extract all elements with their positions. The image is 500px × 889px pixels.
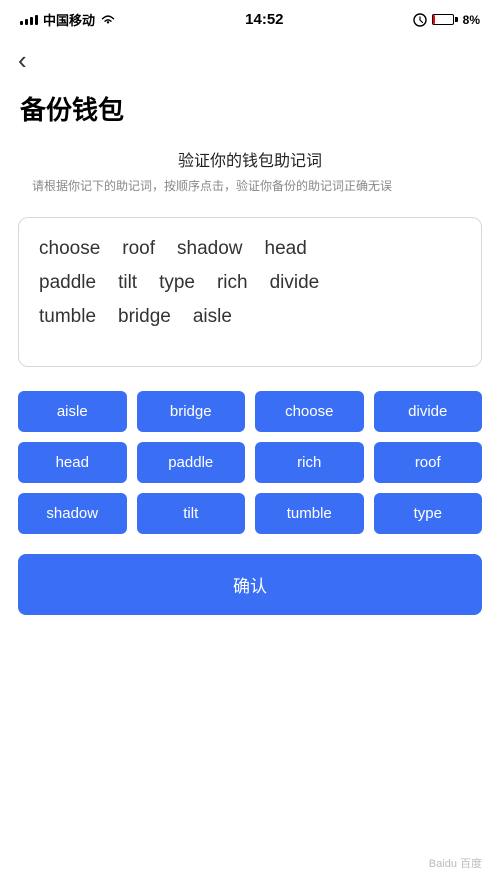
word-btn-divide[interactable]: divide [374, 391, 483, 432]
word-display-row-2: paddle tilt type rich divide [39, 272, 461, 294]
word-btn-shadow[interactable]: shadow [18, 493, 127, 534]
carrier-label: 中国移动 [43, 10, 95, 29]
subtitle-section: 验证你的钱包助记词 请根据你记下的助记词，按顺序点击，验证你备份的助记词正确无误 [0, 147, 500, 203]
word-btn-type[interactable]: type [374, 493, 483, 534]
page-title: 备份钱包 [0, 82, 500, 147]
word-btn-head[interactable]: head [18, 442, 127, 483]
word-btn-rich[interactable]: rich [255, 442, 364, 483]
location-icon [413, 13, 427, 27]
word-btn-paddle[interactable]: paddle [137, 442, 246, 483]
word-btn-aisle[interactable]: aisle [18, 391, 127, 432]
display-word-tilt: tilt [118, 272, 137, 294]
word-display-row-1: choose roof shadow head [39, 238, 461, 260]
display-word-rich: rich [217, 272, 248, 294]
display-word-divide: divide [270, 272, 320, 294]
display-word-bridge: bridge [118, 306, 171, 328]
battery-icon [432, 14, 458, 25]
word-buttons-grid: aisle bridge choose divide head paddle r… [18, 391, 482, 534]
subtitle-main: 验证你的钱包助记词 [24, 147, 476, 171]
display-word-head: head [265, 238, 307, 260]
display-word-roof: roof [122, 238, 155, 260]
battery-label: 8% [463, 13, 480, 27]
word-btn-tilt[interactable]: tilt [137, 493, 246, 534]
word-display-box: choose roof shadow head paddle tilt type… [18, 217, 482, 367]
back-icon: ‹ [18, 45, 27, 75]
display-word-aisle: aisle [193, 306, 232, 328]
word-btn-roof[interactable]: roof [374, 442, 483, 483]
word-display-row-3: tumble bridge aisle [39, 306, 461, 328]
word-btn-choose[interactable]: choose [255, 391, 364, 432]
status-bar: 中国移动 14:52 8% [0, 0, 500, 35]
signal-icon [20, 15, 38, 25]
word-buttons-section: aisle bridge choose divide head paddle r… [0, 387, 500, 635]
time-label: 14:52 [245, 11, 283, 28]
status-left: 中国移动 [20, 10, 116, 29]
status-right: 8% [413, 13, 480, 27]
wifi-icon [100, 14, 116, 26]
watermark: Baidu 百度 [429, 855, 482, 871]
display-word-shadow: shadow [177, 238, 243, 260]
word-btn-tumble[interactable]: tumble [255, 493, 364, 534]
confirm-button[interactable]: 确认 [18, 554, 482, 615]
display-word-paddle: paddle [39, 272, 96, 294]
back-button[interactable]: ‹ [0, 35, 45, 82]
subtitle-description: 请根据你记下的助记词，按顺序点击，验证你备份的助记词正确无误 [24, 177, 476, 195]
display-word-tumble: tumble [39, 306, 96, 328]
watermark-text: Baidu 百度 [429, 858, 482, 870]
word-btn-bridge[interactable]: bridge [137, 391, 246, 432]
display-word-choose: choose [39, 238, 100, 260]
display-word-type: type [159, 272, 195, 294]
